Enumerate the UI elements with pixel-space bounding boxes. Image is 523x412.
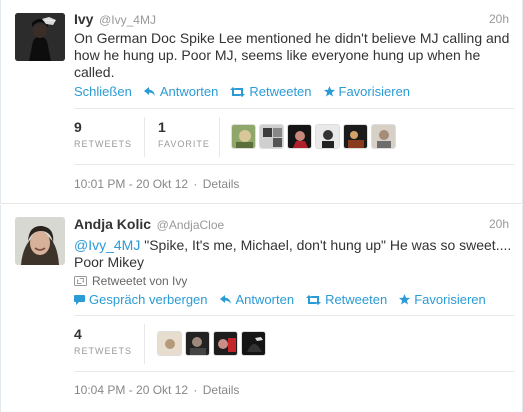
retweeter-avatars bbox=[231, 124, 396, 149]
tweet-text: @Ivy_4MJ "Spike, It's me, Michael, don't… bbox=[74, 237, 512, 270]
tweet-actions: Schließen Antworten Retweeten Favorisier… bbox=[74, 84, 410, 99]
retweeter-avatar[interactable] bbox=[315, 124, 340, 149]
tweet-meta: 10:01 PM - 20 Okt 12 · Details bbox=[74, 177, 240, 191]
hide-conversation-button[interactable]: Gespräch verbergen bbox=[74, 292, 208, 307]
favorite-star-icon bbox=[399, 294, 411, 305]
tweet-header: Ivy @Ivy_4MJ bbox=[74, 11, 156, 27]
author-name[interactable]: Ivy bbox=[74, 11, 93, 27]
favorite-button[interactable]: Favorisieren bbox=[399, 292, 486, 307]
divider bbox=[144, 324, 145, 364]
tweet-stats: 4 RETWEETS bbox=[74, 315, 514, 372]
tweet-meta: 10:04 PM - 20 Okt 12 · Details bbox=[74, 383, 240, 397]
favorite-count[interactable]: 1 FAVORITE bbox=[158, 119, 210, 149]
author-name[interactable]: Andja Kolic bbox=[74, 216, 151, 232]
retweeter-avatar[interactable] bbox=[157, 331, 182, 356]
retweeter-avatar[interactable] bbox=[371, 124, 396, 149]
retweeter-avatar[interactable] bbox=[241, 331, 266, 356]
retweet-icon bbox=[230, 86, 246, 97]
retweet-icon bbox=[74, 276, 87, 286]
retweet-button[interactable]: Retweeten bbox=[230, 84, 312, 99]
retweeted-by[interactable]: Retweetet von Ivy bbox=[74, 274, 187, 288]
retweeter-avatar[interactable] bbox=[343, 124, 368, 149]
divider bbox=[144, 117, 145, 157]
tweet-header: Andja Kolic @AndjaCloe bbox=[74, 216, 224, 232]
favorite-button[interactable]: Favorisieren bbox=[323, 84, 410, 99]
mention-link[interactable]: @Ivy_4MJ bbox=[74, 237, 140, 253]
retweet-button[interactable]: Retweeten bbox=[306, 292, 387, 307]
divider bbox=[219, 117, 220, 157]
tweet-andja[interactable]: Andja Kolic @AndjaCloe 20h @Ivy_4MJ "Spi… bbox=[0, 205, 523, 412]
reply-icon bbox=[219, 294, 231, 304]
details-link[interactable]: Details bbox=[203, 383, 240, 397]
tweet-ivy[interactable]: Ivy @Ivy_4MJ 20h On German Doc Spike Lee… bbox=[0, 0, 523, 204]
retweeter-avatar[interactable] bbox=[185, 331, 210, 356]
avatar[interactable] bbox=[15, 217, 65, 265]
tweet-stats: 9 RETWEETS 1 FAVORITE bbox=[74, 108, 514, 165]
retweet-icon bbox=[306, 294, 322, 305]
avatar[interactable] bbox=[15, 13, 65, 61]
tweet-actions: Gespräch verbergen Antworten Retweeten F… bbox=[74, 292, 486, 307]
timestamp[interactable]: 10:01 PM - 20 Okt 12 bbox=[74, 177, 188, 191]
reply-button[interactable]: Antworten bbox=[143, 84, 218, 99]
retweet-count[interactable]: 9 RETWEETS bbox=[74, 119, 132, 149]
favorite-star-icon bbox=[323, 86, 335, 97]
tweet-text: On German Doc Spike Lee mentioned he did… bbox=[74, 30, 510, 80]
reply-icon bbox=[143, 86, 155, 96]
reply-button[interactable]: Antworten bbox=[219, 292, 294, 307]
conversation-icon bbox=[74, 294, 85, 305]
timestamp[interactable]: 10:04 PM - 20 Okt 12 bbox=[74, 383, 188, 397]
retweeter-avatar[interactable] bbox=[213, 331, 238, 356]
retweeter-avatars bbox=[157, 331, 266, 356]
tweet-time[interactable]: 20h bbox=[489, 12, 509, 26]
author-handle[interactable]: @Ivy_4MJ bbox=[99, 13, 156, 27]
retweet-count[interactable]: 4 RETWEETS bbox=[74, 326, 132, 356]
details-link[interactable]: Details bbox=[203, 177, 240, 191]
author-handle[interactable]: @AndjaCloe bbox=[157, 218, 225, 232]
retweeter-avatar[interactable] bbox=[259, 124, 284, 149]
retweeter-avatar[interactable] bbox=[231, 124, 256, 149]
tweet-time[interactable]: 20h bbox=[489, 217, 509, 231]
close-button[interactable]: Schließen bbox=[74, 84, 132, 99]
retweeter-avatar[interactable] bbox=[287, 124, 312, 149]
